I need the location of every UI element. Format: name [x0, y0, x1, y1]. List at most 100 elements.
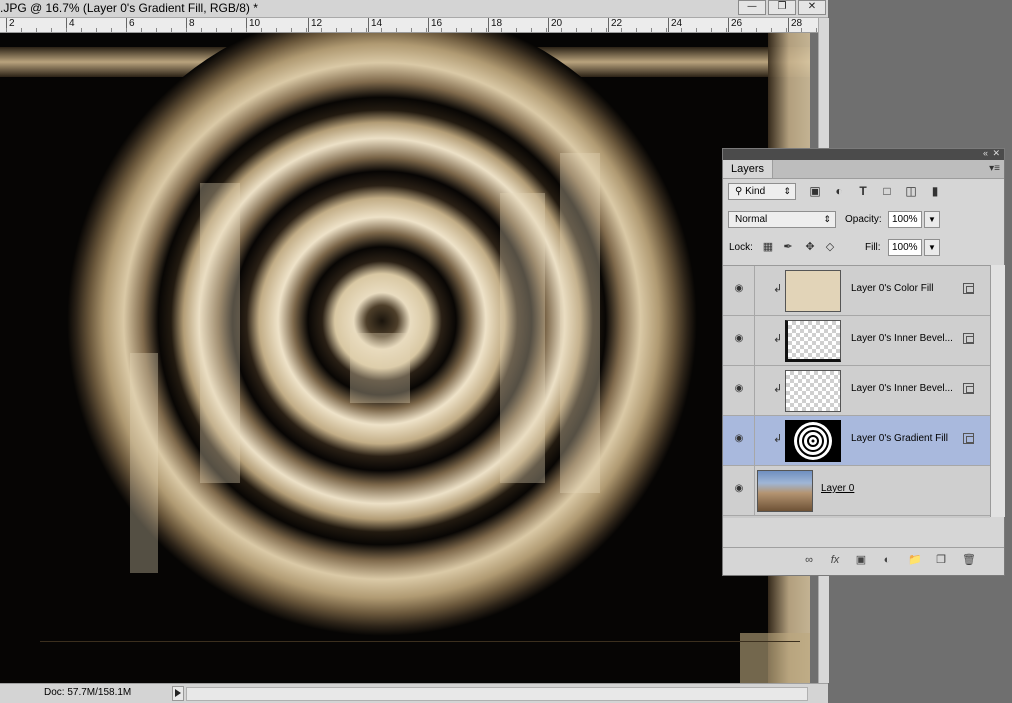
ruler-minor-tick: [681, 28, 682, 32]
new-layer-icon[interactable]: ❐: [933, 552, 949, 568]
layer-row-color-fill[interactable]: ◉ ↲ Layer 0's Color Fill: [723, 266, 990, 316]
lock-label: Lock:: [729, 242, 753, 253]
tab-layers[interactable]: Layers: [723, 160, 774, 178]
eye-icon[interactable]: ◉: [731, 333, 747, 347]
opacity-dropdown-icon[interactable]: ▼: [924, 211, 940, 228]
document-title: .JPG @ 16.7% (Layer 0's Gradient Fill, R…: [0, 1, 258, 15]
doc-size-info: Doc: 57.7M/158.1M: [44, 687, 132, 698]
close-panel-icon[interactable]: ✕: [992, 148, 1000, 159]
filter-pixel-icon[interactable]: ▣: [807, 183, 823, 199]
ruler-tick: 14: [368, 18, 382, 32]
panel-menu-icon[interactable]: ▾≡: [989, 163, 1000, 174]
ruler-minor-tick: [51, 28, 52, 32]
ruler-minor-tick: [501, 28, 502, 32]
eye-icon[interactable]: ◉: [731, 383, 747, 397]
blend-mode-select[interactable]: Normal ⇕: [728, 211, 836, 228]
ruler-minor-tick: [786, 28, 787, 32]
folder-icon[interactable]: 📁: [907, 552, 923, 568]
opacity-label: Opacity:: [845, 214, 882, 225]
clipping-arrow-icon: ↲: [773, 433, 783, 445]
ruler-minor-tick: [471, 28, 472, 32]
ruler-minor-tick: [816, 28, 817, 32]
ruler-minor-tick: [231, 28, 232, 32]
layer-name[interactable]: Layer 0's Inner Bevel...: [851, 333, 953, 344]
ruler-minor-tick: [291, 28, 292, 32]
maximize-icon[interactable]: ❐: [768, 0, 796, 15]
lock-all-icon[interactable]: ◇: [823, 239, 837, 256]
layer-row-layer-0[interactable]: ◉ Layer 0: [723, 466, 990, 516]
ruler-minor-tick: [576, 28, 577, 32]
status-menu-arrow-icon[interactable]: [172, 686, 184, 701]
filter-kind-select[interactable]: ⚲ Kind ⇕: [728, 183, 796, 200]
ruler-minor-tick: [171, 28, 172, 32]
eye-icon[interactable]: ◉: [731, 433, 747, 447]
layer-name[interactable]: Layer 0's Gradient Fill: [851, 433, 948, 444]
ruler-minor-tick: [81, 28, 82, 32]
ruler-minor-tick: [621, 28, 622, 32]
ruler-minor-tick: [96, 28, 97, 32]
layer-name[interactable]: Layer 0's Inner Bevel...: [851, 383, 953, 394]
lock-position-icon[interactable]: ✥: [803, 239, 817, 256]
filter-smart-object-icon[interactable]: ◫: [903, 183, 919, 199]
horizontal-ruler: 2 4 6 8 10 12 14 16 18 20 22 24 26 28: [0, 18, 818, 33]
layers-panel: « ✕ Layers ▾≡ ⚲ Kind ⇕ ▣ ◐ T □ ◫ ▮ Norma…: [722, 148, 1005, 576]
ruler-minor-tick: [366, 28, 367, 32]
ruler-minor-tick: [651, 28, 652, 32]
mask-icon[interactable]: ▣: [853, 552, 869, 568]
eye-icon[interactable]: ◉: [731, 283, 747, 297]
ruler-minor-tick: [276, 28, 277, 32]
layers-scrollbar[interactable]: [990, 265, 1005, 517]
document-canvas[interactable]: [0, 33, 810, 683]
close-icon[interactable]: ✕: [798, 0, 826, 15]
filter-shape-icon[interactable]: □: [879, 183, 895, 199]
ruler-minor-tick: [261, 28, 262, 32]
ruler-minor-tick: [66, 28, 67, 32]
ruler-minor-tick: [141, 28, 142, 32]
ruler-minor-tick: [636, 28, 637, 32]
layer-name[interactable]: Layer 0: [821, 483, 854, 494]
layer-row-inner-bevel-1[interactable]: ◉ ↲ Layer 0's Inner Bevel...: [723, 316, 990, 366]
fx-icon[interactable]: fx: [827, 552, 843, 568]
link-icon[interactable]: ∞: [801, 552, 817, 568]
ruler-minor-tick: [606, 28, 607, 32]
ruler-tick: 20: [548, 18, 562, 32]
minimize-icon[interactable]: —: [738, 0, 766, 15]
layer-row-inner-bevel-2[interactable]: ◉ ↲ Layer 0's Inner Bevel...: [723, 366, 990, 416]
filter-toggle-icon[interactable]: ▮: [927, 183, 943, 199]
layer-thumbnail: [785, 320, 841, 362]
smart-object-icon: [963, 383, 974, 394]
eye-icon[interactable]: ◉: [731, 483, 747, 497]
horizontal-scrollbar[interactable]: [186, 687, 808, 701]
adjustment-layer-icon[interactable]: ◐: [879, 552, 895, 568]
clipping-arrow-icon: ↲: [773, 333, 783, 345]
ruler-minor-tick: [246, 28, 247, 32]
opacity-input[interactable]: 100%: [888, 211, 922, 228]
lock-image-icon[interactable]: ✒: [781, 239, 795, 256]
ruler-minor-tick: [186, 28, 187, 32]
layers-list: ◉ ↲ Layer 0's Color Fill ◉ ↲ Layer 0's I…: [723, 265, 990, 518]
ruler-minor-tick: [36, 28, 37, 32]
ruler-minor-tick: [411, 28, 412, 32]
ruler-minor-tick: [531, 28, 532, 32]
layer-thumbnail: [785, 370, 841, 412]
trash-icon[interactable]: 🗑: [961, 552, 977, 568]
fill-input[interactable]: 100%: [888, 239, 922, 256]
ruler-minor-tick: [546, 28, 547, 32]
fill-dropdown-icon[interactable]: ▼: [924, 239, 940, 256]
filter-adjustment-icon[interactable]: ◐: [831, 183, 847, 199]
ruler-tick: 22: [608, 18, 622, 32]
ruler-minor-tick: [486, 28, 487, 32]
collapse-icon[interactable]: «: [983, 148, 988, 158]
ruler-tick: 26: [728, 18, 742, 32]
layer-name[interactable]: Layer 0's Color Fill: [851, 283, 934, 294]
layer-row-gradient-fill[interactable]: ◉ ↲ Layer 0's Gradient Fill: [723, 416, 990, 466]
ruler-minor-tick: [666, 28, 667, 32]
search-icon: ⚲: [735, 186, 743, 197]
filter-type-icon[interactable]: T: [855, 183, 871, 199]
ruler-minor-tick: [336, 28, 337, 32]
smart-object-icon: [963, 283, 974, 294]
panel-footer: ∞ fx ▣ ◐ 📁 ❐ 🗑: [723, 547, 1004, 572]
lock-transparency-icon[interactable]: ▦: [761, 239, 775, 256]
ruler-tick: 18: [488, 18, 502, 32]
ruler-minor-tick: [426, 28, 427, 32]
